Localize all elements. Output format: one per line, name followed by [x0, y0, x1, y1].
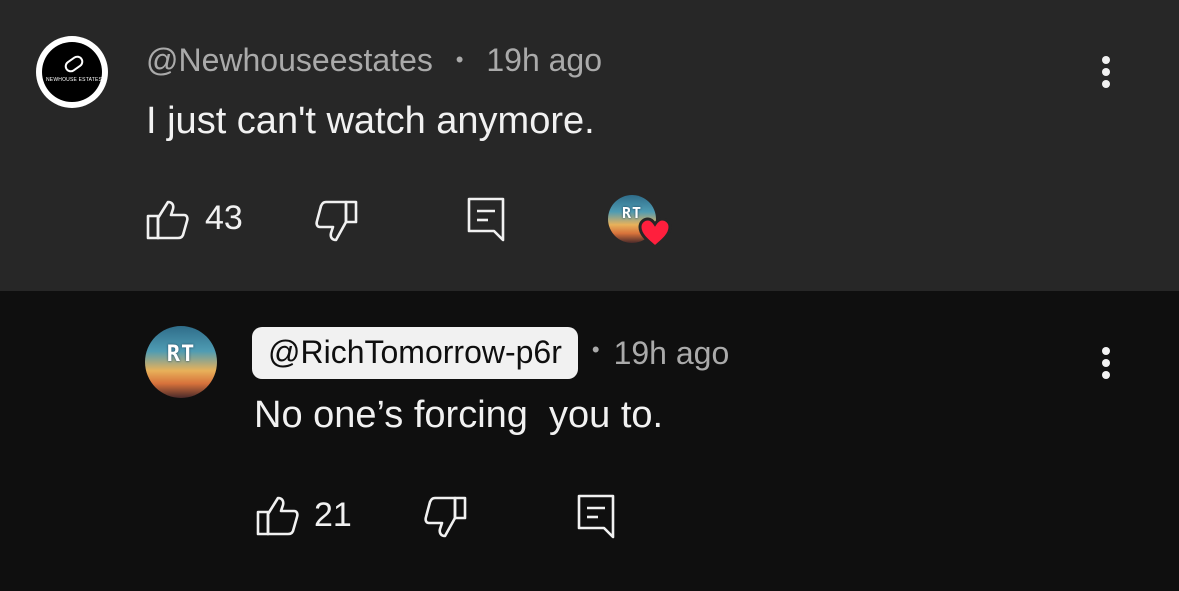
reply-button[interactable]: [466, 196, 506, 247]
comment-text: I just can't watch anymore.: [146, 100, 595, 142]
like-button[interactable]: [146, 198, 190, 247]
creator-heart: RT: [608, 195, 672, 251]
avatar[interactable]: RT: [145, 326, 217, 398]
thumbs-up-icon: [146, 200, 189, 240]
comment-author[interactable]: @Newhouseestates: [146, 42, 433, 78]
separator: •: [591, 337, 600, 362]
dislike-button[interactable]: [423, 496, 467, 545]
thumbs-up-icon: [256, 496, 299, 536]
more-vertical-icon[interactable]: [1096, 343, 1116, 383]
dislike-button[interactable]: [314, 200, 358, 249]
comment-item: NEWHOUSE ESTATES @Newhouseestates • 19h …: [0, 0, 1179, 291]
more-vertical-icon[interactable]: [1096, 52, 1116, 92]
comment-time[interactable]: 19h ago: [486, 42, 602, 78]
like-count: 21: [314, 496, 352, 534]
reply-item: RT @RichTomorrow-p6r • 19h ago No one’s …: [0, 291, 1179, 591]
separator: •: [455, 46, 464, 72]
comment-text: No one’s forcing you to.: [254, 394, 664, 436]
thumbs-down-icon: [315, 200, 358, 242]
reply-button[interactable]: [576, 493, 616, 544]
comment-author[interactable]: @RichTomorrow-p6r: [252, 327, 578, 379]
comment-header: @RichTomorrow-p6r • 19h ago: [252, 327, 729, 379]
like-count: 43: [205, 199, 243, 237]
comment-header: @Newhouseestates • 19h ago: [146, 42, 602, 79]
like-button[interactable]: [256, 494, 300, 543]
reply-icon: [577, 494, 615, 539]
thumbs-down-icon: [424, 496, 467, 538]
reply-icon: [467, 197, 505, 242]
heart-icon: [638, 217, 672, 249]
avatar-logo: NEWHOUSE ESTATES: [42, 42, 102, 102]
avatar[interactable]: NEWHOUSE ESTATES: [36, 36, 108, 108]
comment-time[interactable]: 19h ago: [614, 335, 730, 372]
